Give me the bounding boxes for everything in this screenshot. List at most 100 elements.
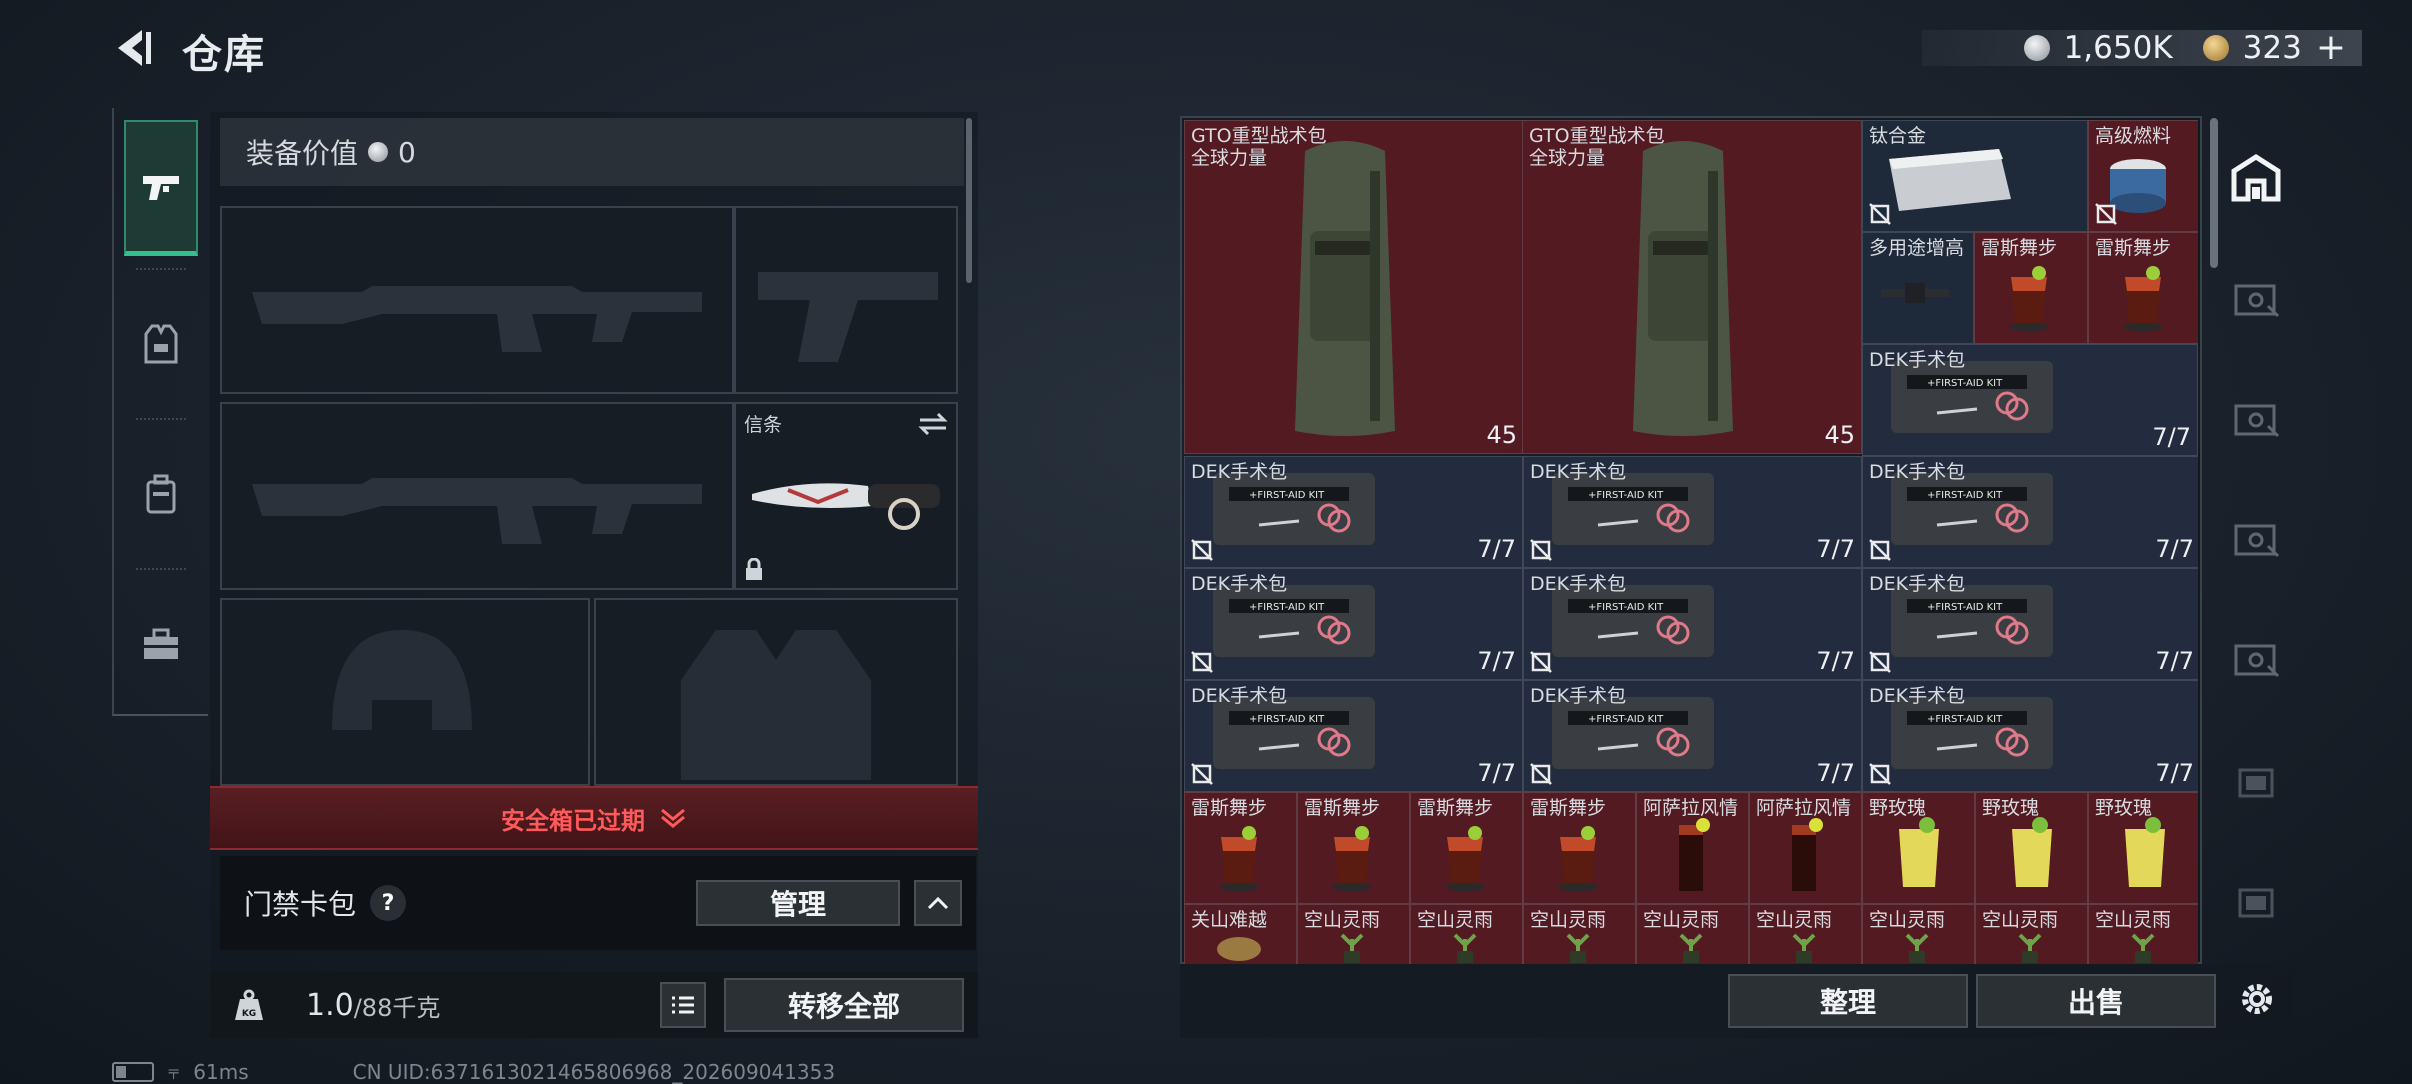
medkit-item[interactable]: +FIRST-AID KIT DEK手术包 7/7 [1184,456,1523,568]
svg-text:+FIRST-AID KIT: +FIRST-AID KIT [1249,490,1325,501]
storage-tab-4[interactable] [2226,508,2286,568]
titanium-item[interactable]: 钛合金 [1862,120,2088,232]
storage-tab-7[interactable] [2226,868,2286,928]
weight-max: /88千克 [353,993,441,1022]
medkit-item[interactable]: +FIRST-AID KIT DEK手术包 7/7 [1523,568,1862,680]
medkit-item[interactable]: +FIRST-AID KIT DEK手术包 7/7 [1862,680,2198,792]
tab-armor[interactable] [124,276,198,412]
fuel-item[interactable]: 高级燃料 [2088,120,2198,232]
medkit-item[interactable]: +FIRST-AID KIT DEK手术包 7/7 [1184,680,1523,792]
no-trade-icon [1869,651,1891,673]
cocktail-icon [1219,826,1259,891]
medkit-item[interactable]: +FIRST-AID KIT DEK手术包 7/7 [1862,456,2198,568]
help-icon[interactable]: ? [370,885,407,921]
svg-text:+FIRST-AID KIT: +FIRST-AID KIT [1927,378,2003,389]
drink-item[interactable]: 雷斯舞步 [1523,792,1636,904]
double-chevron-down-icon [661,808,685,828]
helmet-slot[interactable] [220,598,590,786]
food-item[interactable]: 空山灵雨 [1410,904,1523,964]
safebox-expired-banner[interactable]: 安全箱已过期 [210,786,978,850]
medkit-item[interactable]: +FIRST-AID KIT DEK手术包 7/7 [1523,680,1862,792]
food-item[interactable]: 空山灵雨 [2088,904,2198,964]
drink-item[interactable]: 野玫瑰 [1862,792,1975,904]
drink-item[interactable]: 阿萨拉风情 [1749,792,1862,904]
storage-box-icon [2234,404,2280,438]
helmet-silhouette-icon [332,630,472,730]
manage-button[interactable]: 管理 [696,880,900,926]
svg-text:+FIRST-AID KIT: +FIRST-AID KIT [1249,714,1325,725]
cocktail-item[interactable]: 雷斯舞步 [2088,232,2198,344]
storage-tab-3[interactable] [2226,388,2286,448]
transfer-all-button[interactable]: 转移全部 [724,978,964,1032]
yellow-drink-icon [2012,817,2052,887]
weight-current: 1.0 [306,987,354,1023]
inventory-panel: GTO重型战术包 全球力量 45 GTO重型战术包 全球力量 45 钛合金 高级燃料 多用途增高… [1180,116,2202,964]
yellow-drink-icon [2125,817,2165,887]
item-name: DEK手术包 [1191,461,1288,483]
category-tabs [112,108,208,716]
svg-text:+FIRST-AID KIT: +FIRST-AID KIT [1588,602,1664,613]
pistol-icon [143,175,179,200]
item-name: DEK手术包 [1530,685,1627,707]
gold-coin-icon [2202,35,2229,61]
cocktail-item[interactable]: 雷斯舞步 [1974,232,2088,344]
item-quantity: 7/7 [1816,647,1855,675]
storage-home-tab[interactable] [2226,148,2286,208]
sell-button[interactable]: 出售 [1976,974,2216,1028]
melee-slot[interactable]: 信条 [734,402,958,590]
food-item[interactable]: 空山灵雨 [1297,904,1410,964]
item-quantity: 7/7 [2152,423,2191,451]
item-name: 雷斯舞步 [1981,237,2058,259]
list-view-button[interactable] [660,982,706,1028]
storage-tab-2[interactable] [2226,268,2286,328]
svg-text:+FIRST-AID KIT: +FIRST-AID KIT [1927,602,2003,613]
item-name: 雷斯舞步 [2095,237,2172,259]
medkit-item[interactable]: +FIRST-AID KIT DEK手术包 7/7 [1862,568,2198,680]
drink-item[interactable]: 野玫瑰 [1975,792,2088,904]
pistol-slot[interactable] [734,206,958,394]
backpack-item[interactable]: GTO重型战术包 全球力量 45 [1184,120,1524,454]
tab-weapons[interactable] [124,120,198,256]
collapse-button[interactable] [914,880,962,926]
drink-item[interactable]: 阿萨拉风情 [1636,792,1749,904]
medkit-item[interactable]: +FIRST-AID KIT DEK手术包 7/7 [1184,568,1523,680]
melee-label: 信条 [744,414,783,436]
food-item[interactable]: 空山灵雨 [1523,904,1636,964]
add-currency-button[interactable]: + [2316,30,2346,66]
primary-weapon-slot[interactable] [220,206,734,394]
storage-tab-6[interactable] [2226,748,2286,808]
vest-silhouette-icon [681,630,871,780]
storage-tab-5[interactable] [2226,628,2286,688]
secondary-weapon-slot[interactable] [220,402,734,590]
tab-backpack[interactable] [124,426,198,562]
tab-case[interactable] [124,576,198,712]
medkit-item[interactable]: +FIRST-AID KIT DEK手术包 7/7 [1523,456,1862,568]
drink-item[interactable]: 雷斯舞步 [1297,792,1410,904]
food-item[interactable]: 空山灵雨 [1636,904,1749,964]
mount-item[interactable]: 多用途增高 [1862,232,1974,344]
page-title: 仓库 [182,32,266,78]
no-trade-icon [2095,203,2117,225]
no-trade-icon [1530,763,1552,785]
loadout-scrollbar[interactable] [966,118,972,283]
locked-storage-icon [2238,768,2274,798]
item-subname: 全球力量 [1191,147,1268,169]
no-trade-icon [1530,651,1552,673]
drink-item[interactable]: 雷斯舞步 [1410,792,1523,904]
medkit-item[interactable]: +FIRST-AID KIT DEK手术包 7/7 [1862,344,2198,456]
food-item[interactable]: 空山灵雨 [1975,904,2088,964]
armor-slot[interactable] [594,598,958,786]
swap-icon[interactable] [918,412,948,436]
settings-button[interactable] [2232,974,2282,1024]
sort-button[interactable]: 整理 [1728,974,1968,1028]
inventory-scrollbar[interactable] [2210,118,2218,268]
svg-text:+FIRST-AID KIT: +FIRST-AID KIT [1588,714,1664,725]
food-item[interactable]: 关山难越 [1184,904,1297,964]
drink-item[interactable]: 雷斯舞步 [1184,792,1297,904]
back-button[interactable] [112,26,156,70]
drink-item[interactable]: 野玫瑰 [2088,792,2198,904]
backpack-item[interactable]: GTO重型战术包 全球力量 45 [1522,120,1862,454]
food-item[interactable]: 空山灵雨 [1749,904,1862,964]
food-item[interactable]: 空山灵雨 [1862,904,1975,964]
keycard-label: 门禁卡包 [244,888,357,921]
